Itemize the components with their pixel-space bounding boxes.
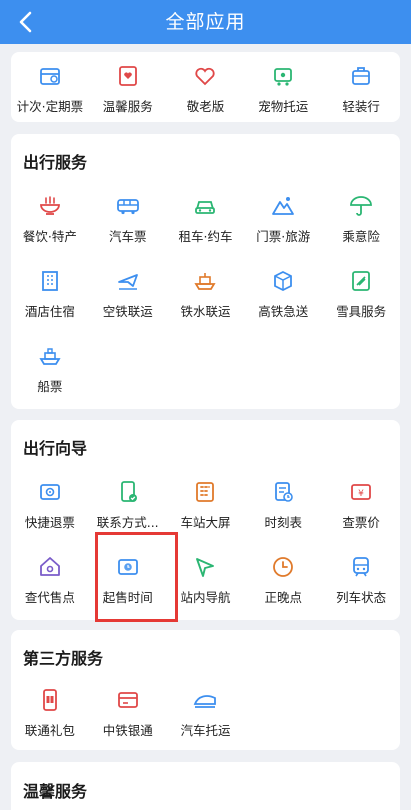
pet-cart-icon <box>269 62 297 90</box>
app-label: 汽车票 <box>108 229 147 244</box>
heart-card-icon <box>114 62 142 90</box>
app-item[interactable]: 雪具服务 <box>322 255 400 330</box>
car-shipping-icon <box>191 686 219 714</box>
mountain-icon <box>269 192 297 220</box>
app-label: 雪具服务 <box>336 304 387 319</box>
ticket-calendar-icon <box>36 62 64 90</box>
app-label: 快捷退票 <box>24 515 75 530</box>
app-label: 联通礼包 <box>24 723 75 738</box>
highlight-box <box>95 532 178 622</box>
card-icon <box>114 686 142 714</box>
app-label: 船票 <box>37 379 63 394</box>
app-item[interactable]: 空铁联运 <box>89 255 167 330</box>
warm-services-card: 温馨服务 <box>11 762 400 810</box>
section-title: 出行服务 <box>23 153 88 172</box>
gift-phone-icon <box>36 686 64 714</box>
app-item[interactable]: 宠物托运 <box>244 52 322 127</box>
app-item[interactable]: 船票 <box>11 330 89 405</box>
timetable-icon <box>269 478 297 506</box>
app-item[interactable]: 轻装行 <box>322 52 400 127</box>
boat-icon <box>36 342 64 370</box>
app-item[interactable]: 餐饮·特产 <box>11 180 89 255</box>
app-item[interactable]: 乘意险 <box>322 180 400 255</box>
app-label: 高铁急送 <box>258 304 309 319</box>
app-item[interactable]: 门票·旅游 <box>244 180 322 255</box>
app-label: 乘意险 <box>342 229 380 244</box>
plane-icon <box>114 267 142 295</box>
app-label: 餐饮·特产 <box>22 229 77 244</box>
house-icon <box>36 553 64 581</box>
app-label: 查代售点 <box>24 590 75 605</box>
phone-check-icon <box>114 478 142 506</box>
price-tag-icon: ¥ <box>347 478 375 506</box>
express-box-icon <box>269 267 297 295</box>
app-label: 正晚点 <box>264 590 303 605</box>
app-item[interactable]: 铁水联运 <box>167 255 245 330</box>
travel-guide-card: 出行向导 快捷退票 联系方式... 车站大屏 时刻表 ¥ 查票价 查代售点 起售时间 站内导航正… <box>11 420 400 620</box>
app-label: 计次·定期票 <box>16 99 84 114</box>
section-title: 温馨服务 <box>23 782 88 801</box>
app-item[interactable]: 温馨服务 <box>89 52 167 127</box>
app-item[interactable]: 汽车票 <box>89 180 167 255</box>
third-party-card: 第三方服务 联通礼包 中铁银通 汽车托运 <box>11 630 400 750</box>
top-services-card: 计次·定期票 温馨服务 敬老版 宠物托运 轻装行 <box>11 52 400 122</box>
app-label: 租车·约车 <box>178 229 233 244</box>
clock-icon <box>269 553 297 581</box>
svg-text:¥: ¥ <box>358 489 364 499</box>
train-icon <box>347 553 375 581</box>
app-label: 查票价 <box>342 515 380 530</box>
umbrella-icon <box>347 192 375 220</box>
travel-services-card: 出行服务 餐饮·特产 汽车票 租车·约车 门票·旅游 乘意险酒店住宿 空铁联运 铁水联运 高铁… <box>11 134 400 409</box>
page-title: 全部应用 <box>165 11 246 33</box>
app-label: 铁水联运 <box>180 304 231 319</box>
app-label: 酒店住宿 <box>24 304 75 319</box>
app-label: 轻装行 <box>342 99 380 114</box>
app-item[interactable]: 联系方式... <box>89 466 167 541</box>
car-icon <box>191 192 219 220</box>
app-item[interactable]: 中铁银通 <box>89 674 167 749</box>
app-label: 敬老版 <box>186 99 225 114</box>
app-item[interactable]: 敬老版 <box>167 52 245 127</box>
app-item[interactable]: 联通礼包 <box>11 674 89 749</box>
app-item[interactable]: 时刻表 <box>244 466 322 541</box>
refund-icon <box>36 478 64 506</box>
app-label: 中铁银通 <box>102 723 153 738</box>
app-label: 门票·旅游 <box>256 229 311 244</box>
navigation-arrow-icon <box>191 553 219 581</box>
bus-icon <box>114 192 142 220</box>
app-label: 空铁联运 <box>102 304 153 319</box>
app-label: 温馨服务 <box>102 99 153 114</box>
app-label: 联系方式... <box>96 515 159 530</box>
app-item[interactable]: 列车状态 <box>322 541 400 616</box>
app-item[interactable]: ¥ 查票价 <box>322 466 400 541</box>
app-label: 汽车托运 <box>180 723 231 738</box>
app-label: 列车状态 <box>336 590 387 605</box>
hotel-icon <box>36 267 64 295</box>
app-item[interactable]: 高铁急送 <box>244 255 322 330</box>
app-item[interactable]: 计次·定期票 <box>11 52 89 127</box>
ski-icon <box>347 267 375 295</box>
app-label: 车站大屏 <box>180 515 231 530</box>
heart-icon <box>191 62 219 90</box>
app-item[interactable]: 正晚点 <box>244 541 322 616</box>
app-item[interactable]: 站内导航 <box>167 541 245 616</box>
app-item[interactable]: 租车·约车 <box>167 180 245 255</box>
app-item[interactable]: 汽车托运 <box>167 674 245 749</box>
top-app-bar: 全部应用 <box>0 0 411 44</box>
app-item[interactable]: 酒店住宿 <box>11 255 89 330</box>
app-item[interactable]: 快捷退票 <box>11 466 89 541</box>
app-label: 时刻表 <box>264 515 303 530</box>
app-item[interactable]: 车站大屏 <box>167 466 245 541</box>
app-item[interactable]: 查代售点 <box>11 541 89 616</box>
station-board-icon <box>191 478 219 506</box>
section-title: 出行向导 <box>23 439 88 458</box>
ship-icon <box>191 267 219 295</box>
section-title: 第三方服务 <box>23 649 104 668</box>
app-label: 站内导航 <box>180 590 231 605</box>
app-label: 宠物托运 <box>258 99 309 114</box>
food-bowl-icon <box>36 192 64 220</box>
luggage-icon <box>347 62 375 90</box>
